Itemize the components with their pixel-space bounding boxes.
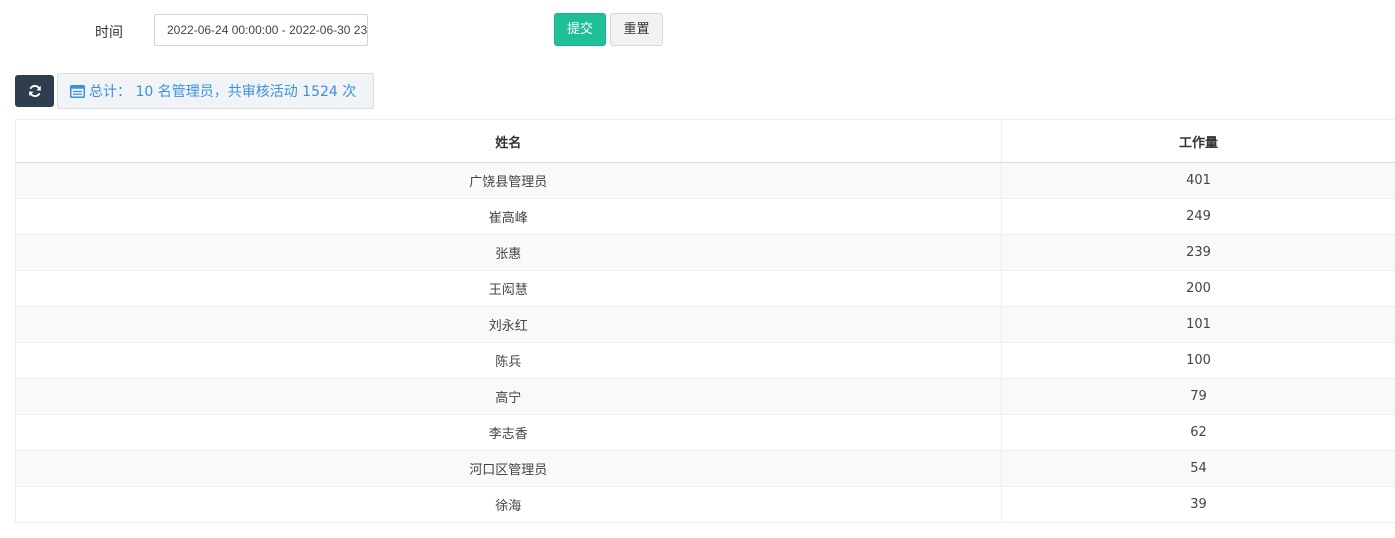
cell-workload: 62 [1001,414,1395,451]
table-icon [70,84,85,98]
summary-badge: 总计： 10 名管理员，共审核活动 1524 次 [57,73,374,109]
cell-name: 李志香 [16,414,1002,451]
cell-name: 刘永红 [16,306,1002,343]
reset-button[interactable]: 重置 [610,13,663,46]
column-header-workload[interactable]: 工作量 [1001,120,1395,163]
refresh-icon [28,84,41,98]
table-row: 崔高峰 249 [16,198,1395,235]
cell-name: 广饶县管理员 [16,162,1002,199]
time-label: 时间 [95,25,123,41]
submit-button[interactable]: 提交 [554,13,606,46]
workload-table: 姓名 工作量 广饶县管理员 401 崔高峰 249 张惠 239 王闳慧 200 [15,119,1395,523]
table-row: 广饶县管理员 401 [16,162,1395,199]
cell-name: 陈兵 [16,342,1002,379]
table-row: 陈兵 100 [16,342,1395,379]
table-header-row: 姓名 工作量 [16,120,1395,163]
cell-workload: 100 [1001,342,1395,379]
table-row: 河口区管理员 54 [16,450,1395,487]
cell-name: 崔高峰 [16,198,1002,235]
column-header-name[interactable]: 姓名 [16,120,1002,163]
cell-name: 高宁 [16,378,1002,415]
cell-workload: 249 [1001,198,1395,235]
cell-workload: 39 [1001,486,1395,523]
table-row: 王闳慧 200 [16,270,1395,307]
refresh-button[interactable] [15,75,54,107]
cell-name: 河口区管理员 [16,450,1002,487]
cell-name: 张惠 [16,234,1002,271]
time-range-input[interactable] [154,14,368,46]
cell-name: 徐海 [16,486,1002,523]
table-row: 张惠 239 [16,234,1395,271]
table-row: 高宁 79 [16,378,1395,415]
table-row: 李志香 62 [16,414,1395,451]
table-row: 徐海 39 [16,486,1395,523]
table-row: 刘永红 101 [16,306,1395,343]
filter-form: 时间 提交 重置 [0,0,1395,60]
cell-workload: 200 [1001,270,1395,307]
cell-workload: 54 [1001,450,1395,487]
cell-workload: 79 [1001,378,1395,415]
summary-text: 总计： 10 名管理员，共审核活动 1524 次 [89,84,357,100]
cell-workload: 239 [1001,234,1395,271]
cell-name: 王闳慧 [16,270,1002,307]
cell-workload: 101 [1001,306,1395,343]
cell-workload: 401 [1001,162,1395,199]
